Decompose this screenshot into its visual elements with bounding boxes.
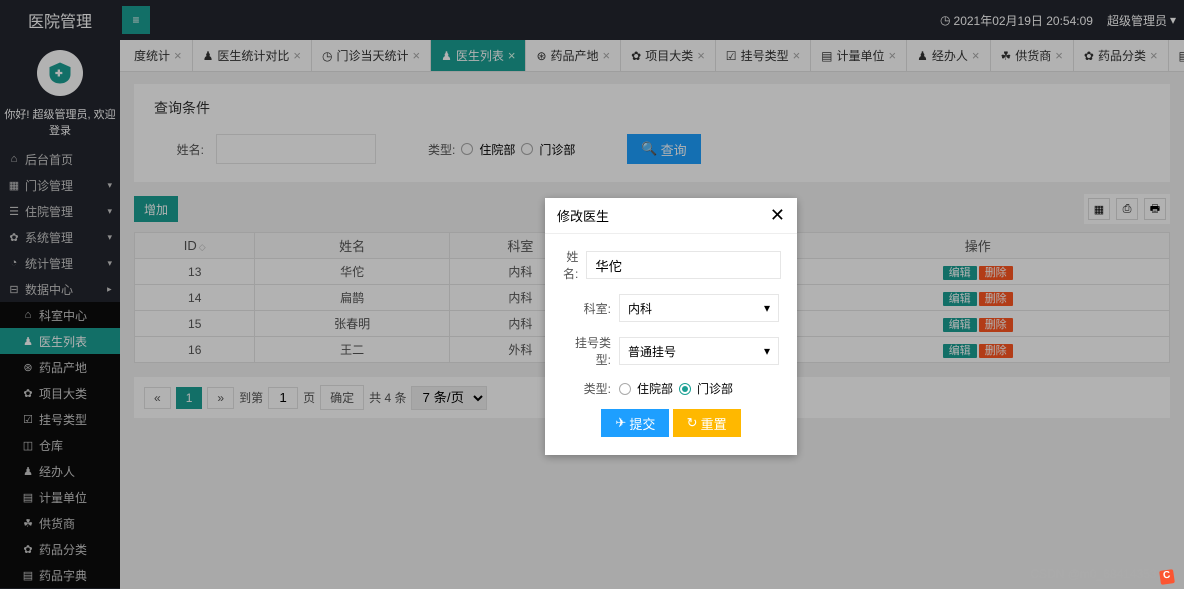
close-icon[interactable]: ✕ xyxy=(770,205,785,226)
modal-type-label: 类型: xyxy=(563,380,619,397)
modal-dept-label: 科室: xyxy=(563,300,619,317)
edit-doctor-modal: 修改医生 ✕ 姓名: 科室: 内科 ▾ 挂号类型: 普通挂号 ▾ 类型: 住院部 门… xyxy=(545,198,797,455)
select-value: 普通挂号 xyxy=(628,343,676,360)
chevron-down-icon: ▾ xyxy=(764,344,770,358)
plane-icon: ✈ xyxy=(615,415,626,431)
watermark: CSDN @m0_68414353 C xyxy=(1030,567,1174,584)
modal-title: 修改医生 xyxy=(557,206,609,225)
select-value: 内科 xyxy=(628,300,652,317)
modal-radio-inpatient[interactable] xyxy=(619,383,631,395)
reset-label: 重置 xyxy=(701,414,727,433)
chevron-down-icon: ▾ xyxy=(764,301,770,315)
modal-regtype-label: 挂号类型: xyxy=(563,334,619,368)
radio-label: 住院部 xyxy=(637,380,673,397)
modal-regtype-select[interactable]: 普通挂号 ▾ xyxy=(619,337,779,365)
modal-name-input[interactable] xyxy=(586,251,781,279)
refresh-icon: ↻ xyxy=(687,415,698,431)
modal-radio-outpatient[interactable] xyxy=(679,383,691,395)
csdn-icon: C xyxy=(1159,569,1175,585)
modal-dept-select[interactable]: 内科 ▾ xyxy=(619,294,779,322)
submit-button[interactable]: ✈提交 xyxy=(601,409,669,437)
submit-label: 提交 xyxy=(629,414,655,433)
modal-name-label: 姓名: xyxy=(563,248,586,282)
radio-label: 门诊部 xyxy=(697,380,733,397)
reset-button[interactable]: ↻重置 xyxy=(673,409,741,437)
